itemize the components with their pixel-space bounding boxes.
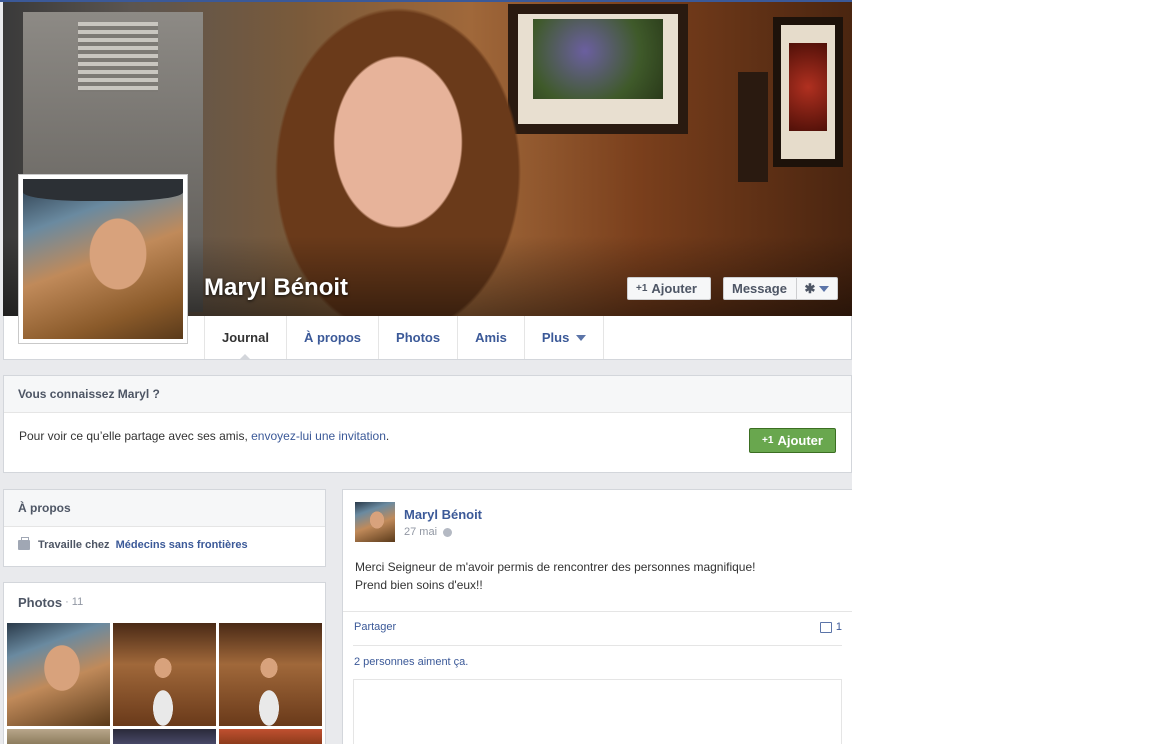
profile-picture[interactable] — [18, 174, 188, 344]
tab-friends[interactable]: Amis — [458, 316, 525, 359]
photo-thumbnail[interactable] — [219, 729, 322, 744]
post-text: Merci Seigneur de m'avoir permis de renc… — [355, 560, 756, 592]
send-invitation-link[interactable]: envoyez-lui une invitation — [251, 429, 386, 443]
add-friend-icon: +1 — [636, 283, 648, 294]
tab-more-label: Plus — [541, 330, 570, 345]
divider — [353, 645, 842, 646]
message-label: Message — [732, 281, 787, 296]
globe-icon — [443, 527, 453, 537]
comments-count[interactable]: 1 — [819, 621, 842, 633]
photo-grid — [7, 623, 322, 744]
work-place-link[interactable]: Médecins sans frontières — [116, 539, 248, 551]
avatar — [23, 179, 183, 339]
briefcase-icon — [18, 537, 30, 550]
add-friend-green-button[interactable]: +1 Ajouter — [749, 428, 836, 453]
photos-count: · 11 — [65, 596, 84, 608]
tab-about[interactable]: À propos — [287, 316, 380, 359]
timeline-post: Maryl Bénoit 27 mai Merci Seigneur de m'… — [342, 489, 852, 744]
photos-box: Photos · 11 — [3, 582, 326, 744]
add-friend-label: Ajouter — [651, 281, 697, 296]
chevron-down-icon — [576, 334, 587, 341]
tab-more[interactable]: Plus — [525, 316, 605, 359]
profile-name[interactable]: Maryl Bénoit — [204, 274, 348, 302]
add-friend-green-label: Ajouter — [777, 433, 823, 448]
photo-thumbnail[interactable] — [113, 729, 216, 744]
options-menu-button[interactable]: ✱ — [796, 277, 838, 300]
divider — [343, 611, 852, 612]
tab-photos[interactable]: Photos — [379, 316, 459, 359]
add-friend-icon: +1 — [762, 435, 774, 446]
share-link[interactable]: Partager — [354, 621, 396, 633]
about-title[interactable]: À propos — [4, 490, 325, 527]
message-button[interactable]: Message — [723, 277, 797, 300]
know-person-box: Vous connaissez Maryl ? Pour voir ce qu’… — [3, 375, 852, 473]
comment-icon — [819, 621, 832, 633]
post-author-avatar[interactable] — [355, 502, 395, 542]
profile-tabs: Journal À propos Photos Amis Plus — [204, 316, 605, 360]
know-person-title: Vous connaissez Maryl ? — [4, 376, 851, 413]
add-friend-button[interactable]: +1 Ajouter — [627, 277, 711, 300]
photos-title: Photos — [18, 594, 63, 610]
painting-frame — [773, 17, 843, 167]
comment-area — [353, 680, 842, 744]
photo-thumbnail[interactable] — [113, 623, 216, 726]
about-box: À propos Travaille chez Médecins sans fr… — [3, 489, 326, 567]
photo-thumbnail[interactable] — [219, 623, 322, 726]
tab-journal[interactable]: Journal — [204, 316, 287, 360]
know-person-text: Pour voir ce qu’elle partage avec ses am… — [19, 429, 390, 443]
photo-thumbnail[interactable] — [7, 623, 110, 726]
work-info: Travaille chez Médecins sans frontières — [4, 527, 325, 563]
photo-thumbnail[interactable] — [7, 729, 110, 744]
likes-summary[interactable]: 2 personnes aiment ça. — [354, 656, 468, 668]
gear-icon: ✱ — [804, 280, 816, 296]
chevron-down-icon — [819, 285, 830, 292]
post-date: 27 mai — [404, 526, 453, 538]
photos-header[interactable]: Photos · 11 — [4, 583, 325, 621]
post-author-name[interactable]: Maryl Bénoit — [404, 507, 482, 522]
